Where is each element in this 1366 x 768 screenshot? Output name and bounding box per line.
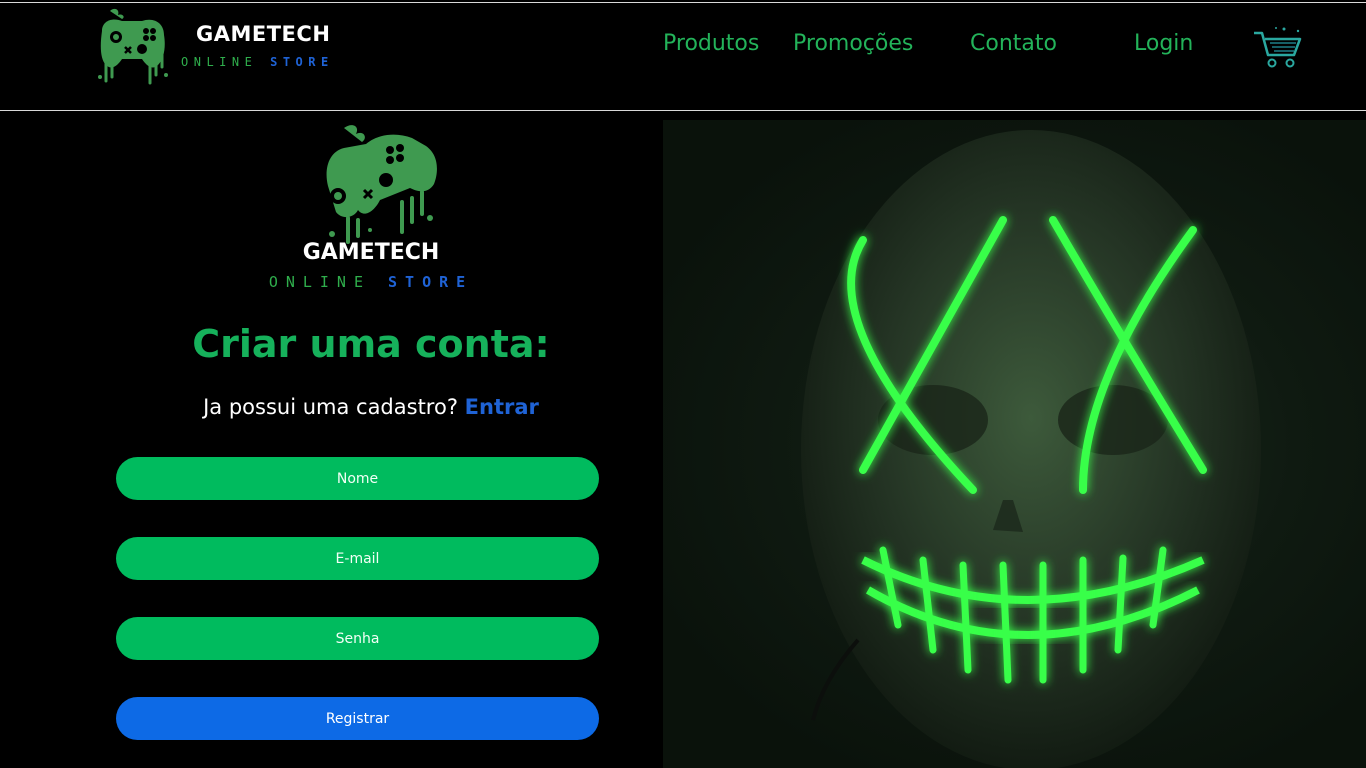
shopping-cart-icon[interactable] xyxy=(1250,25,1304,71)
hero-sub-online: ONLINE xyxy=(268,273,371,291)
nav-link-login[interactable]: Login xyxy=(1134,31,1193,56)
hero-gamepad-logo xyxy=(326,125,437,244)
brand-logo[interactable]: GAMETECH ONLINE STORE xyxy=(92,5,362,89)
password-input[interactable] xyxy=(116,617,599,660)
neon-mask-illustration xyxy=(801,130,1261,768)
register-button[interactable]: Registrar xyxy=(116,697,599,740)
brand-title: GAMETECH xyxy=(196,22,331,46)
brand-subtitle: ONLINE STORE xyxy=(181,55,334,69)
hero-brand-subtitle: ONLINE STORE xyxy=(0,273,742,291)
gamepad-splash-icon xyxy=(98,8,168,85)
neon-mask-image xyxy=(663,120,1366,768)
form-title: Criar uma conta: xyxy=(192,322,550,366)
nav-link-promocoes[interactable]: Promoções xyxy=(793,31,913,56)
hero-brand-title: GAMETECH xyxy=(302,240,440,265)
login-link[interactable]: Entrar xyxy=(465,395,539,419)
have-account-text: Ja possui uma cadastro? xyxy=(203,395,458,419)
have-account-line: Ja possui uma cadastro? Entrar xyxy=(0,395,742,419)
site-header: GAMETECH ONLINE STORE Produtos Promoções… xyxy=(0,2,1366,111)
nav-link-contato[interactable]: Contato xyxy=(970,31,1057,56)
brand-sub-store: STORE xyxy=(270,55,334,69)
nav-link-produtos[interactable]: Produtos xyxy=(663,31,759,56)
email-input[interactable] xyxy=(116,537,599,580)
hero-sub-store: STORE xyxy=(388,273,474,291)
brand-sub-online: ONLINE xyxy=(181,55,258,69)
name-input[interactable] xyxy=(116,457,599,500)
